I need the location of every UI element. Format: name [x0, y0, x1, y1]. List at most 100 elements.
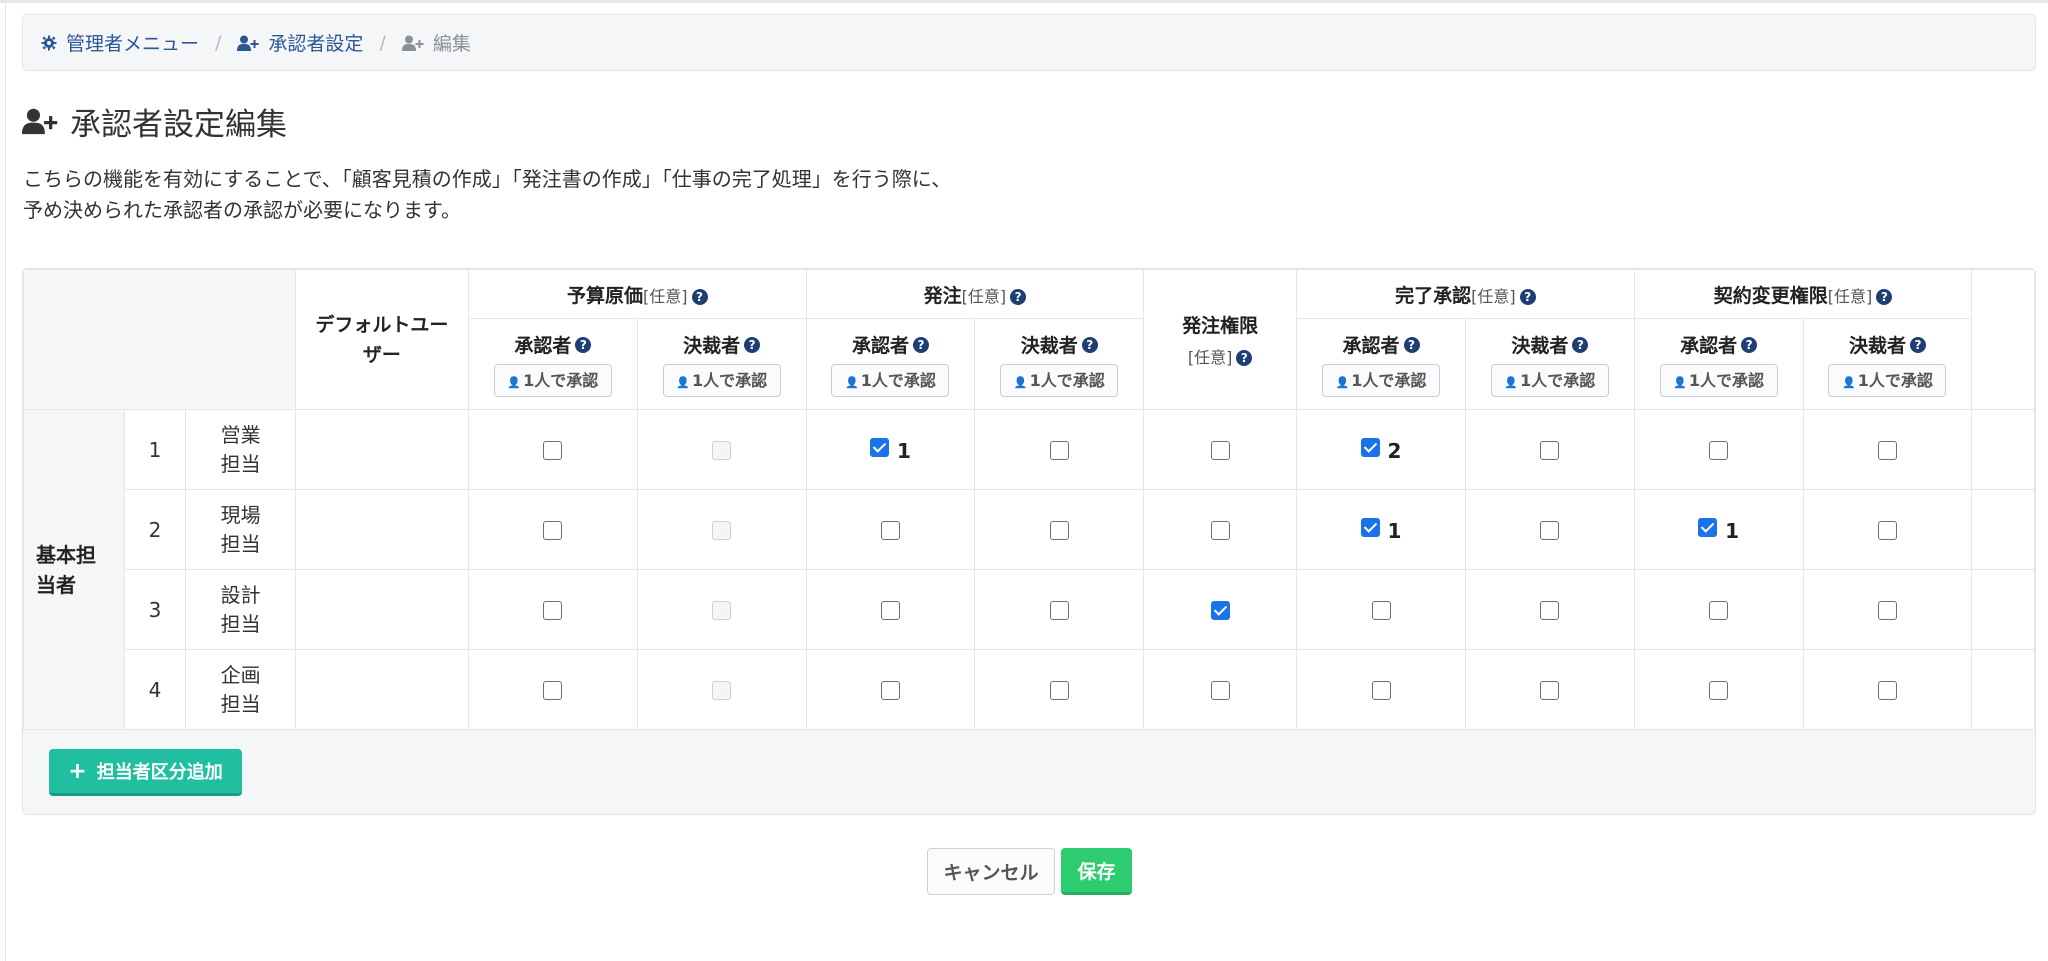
checkbox-cell [1802, 489, 1973, 570]
approval-checkbox[interactable] [1709, 440, 1729, 460]
person-icon: 👤 [845, 376, 859, 389]
approval-checkbox[interactable] [1049, 600, 1069, 620]
subheader-approver: 承認者? 👤 1人で承認 [805, 318, 976, 410]
approval-checkbox[interactable] [1540, 520, 1560, 540]
single-approve-button[interactable]: 👤 1人で承認 [1659, 364, 1778, 397]
approval-checkbox[interactable] [1210, 440, 1230, 460]
breadcrumb-approver-settings[interactable]: 承認者設定 [237, 29, 363, 56]
approval-checkbox [712, 600, 732, 620]
checkbox-cell [974, 489, 1145, 570]
approval-checkbox[interactable] [543, 520, 563, 540]
frame-top-border [0, 0, 2048, 3]
approval-checkbox[interactable] [543, 600, 563, 620]
help-icon[interactable]: ? [575, 336, 592, 353]
approval-order: 1 [897, 439, 911, 463]
checkbox-cell: 1 [1296, 489, 1466, 570]
approval-checkbox[interactable] [1709, 680, 1729, 700]
breadcrumb-admin-menu[interactable]: 管理者メニュー [41, 29, 199, 56]
help-icon[interactable]: ? [1572, 336, 1589, 353]
checkbox-cell [1464, 649, 1635, 730]
approver-label: 承認者 [1342, 335, 1400, 357]
subheader-title: 決裁者? [1466, 331, 1634, 358]
checkbox-cell [805, 649, 976, 730]
user-plus-icon [237, 35, 259, 51]
approval-order: 2 [1387, 439, 1402, 463]
optional-tag: [任意] [1187, 348, 1233, 367]
help-icon[interactable]: ? [1909, 336, 1926, 353]
approval-checkbox[interactable] [880, 680, 900, 700]
help-icon[interactable]: ? [691, 288, 708, 305]
checkbox-cell [805, 489, 976, 570]
approval-checkbox[interactable] [1877, 680, 1897, 700]
checkbox-cell [636, 649, 807, 730]
plus-icon: + [68, 758, 87, 784]
person-icon: 👤 [507, 376, 522, 389]
help-icon[interactable]: ? [1741, 336, 1758, 353]
approval-checkbox[interactable] [880, 600, 900, 620]
header-order-authority: 発注権限 [任意]? [1143, 269, 1298, 410]
person-icon: 👤 [1673, 376, 1687, 389]
approver-label: 承認者 [851, 335, 909, 357]
single-approve-label: 1人で承認 [1520, 371, 1596, 390]
help-icon[interactable]: ? [1876, 288, 1893, 305]
help-icon[interactable]: ? [744, 336, 761, 353]
add-category-button[interactable]: + 担当者区分追加 [49, 749, 242, 796]
single-approve-button[interactable]: 👤 1人で承認 [662, 364, 781, 397]
header-blank [23, 269, 296, 410]
single-approve-button[interactable]: 👤 1人で承認 [1000, 364, 1119, 397]
checkbox-cell [467, 409, 638, 490]
cancel-button[interactable]: キャンセル [927, 848, 1055, 895]
checkbox-cell [636, 409, 807, 490]
help-icon[interactable]: ? [1236, 350, 1253, 366]
approval-checkbox[interactable] [543, 440, 563, 460]
approval-checkbox[interactable] [1540, 440, 1560, 460]
single-approve-button[interactable]: 👤 1人で承認 [1490, 364, 1609, 397]
approval-checkbox[interactable] [1360, 438, 1380, 457]
approval-checkbox[interactable] [1210, 520, 1230, 540]
help-icon[interactable]: ? [1519, 288, 1536, 305]
checkbox-cell: 1 [805, 409, 976, 490]
approval-checkbox[interactable] [1698, 518, 1718, 537]
approval-checkbox[interactable] [1877, 520, 1897, 540]
gear-icon [41, 35, 57, 50]
single-approve-label: 1人で承認 [1857, 371, 1933, 390]
breadcrumb-edit: 編集 [401, 29, 471, 56]
approval-checkbox[interactable] [1540, 680, 1560, 700]
help-icon[interactable]: ? [1010, 288, 1027, 305]
subheader-decider: 決裁者? 👤 1人で承認 [636, 318, 807, 410]
approval-checkbox[interactable] [1371, 600, 1391, 620]
approval-checkbox[interactable] [880, 520, 900, 540]
row-role-text: 現場担当 [220, 502, 261, 556]
checkbox-cell [1802, 409, 1973, 490]
single-approve-button[interactable]: 👤 1人で承認 [1322, 364, 1441, 397]
approval-checkbox[interactable] [1371, 680, 1391, 700]
approval-checkbox[interactable] [543, 680, 563, 700]
single-approve-button[interactable]: 👤 1人で承認 [831, 364, 950, 397]
help-icon[interactable]: ? [1403, 336, 1420, 353]
breadcrumb-admin-menu-label: 管理者メニュー [66, 33, 200, 55]
approval-checkbox[interactable] [1877, 440, 1897, 460]
subheader-approver: 承認者? 👤 1人で承認 [1296, 318, 1466, 410]
approval-checkbox[interactable] [1210, 600, 1230, 620]
row-role: 企画担当 [185, 649, 296, 730]
approval-checkbox[interactable] [1360, 518, 1380, 537]
approval-checkbox[interactable] [1709, 600, 1729, 620]
approval-checkbox[interactable] [870, 438, 889, 457]
frame-left-border [5, 0, 6, 961]
approval-checkbox[interactable] [1049, 520, 1069, 540]
single-approve-label: 1人で承認 [1351, 371, 1427, 390]
decider-label: 決裁者 [1020, 335, 1078, 357]
approval-checkbox[interactable] [1210, 680, 1230, 700]
header-completion-approval-label: 完了承認 [1395, 284, 1472, 307]
approval-checkbox[interactable] [1540, 600, 1560, 620]
checkbox-cell [1143, 409, 1298, 490]
approval-checkbox[interactable] [1049, 440, 1069, 460]
save-button[interactable]: 保存 [1061, 848, 1132, 895]
help-icon[interactable]: ? [1081, 336, 1098, 353]
row-number: 3 [123, 569, 187, 650]
single-approve-button[interactable]: 👤 1人で承認 [493, 364, 612, 397]
approval-checkbox[interactable] [1049, 680, 1069, 700]
single-approve-button[interactable]: 👤 1人で承認 [1828, 364, 1947, 397]
help-icon[interactable]: ? [912, 336, 929, 353]
approval-checkbox[interactable] [1877, 600, 1897, 620]
